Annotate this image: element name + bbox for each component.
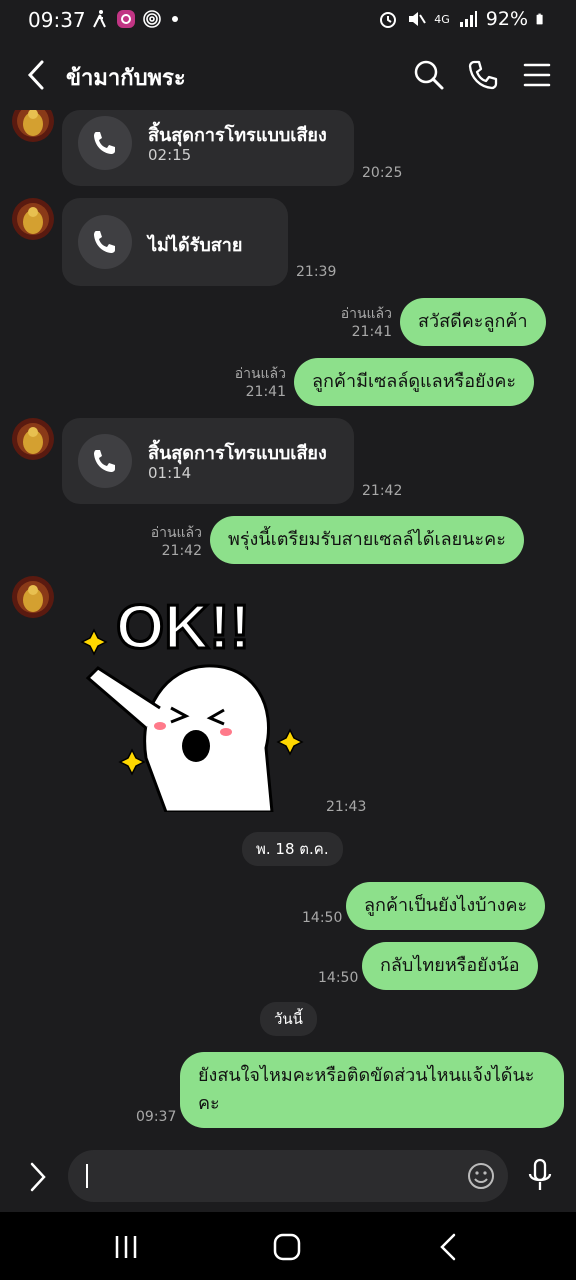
message-list[interactable]: สิ้นสุดการโทรแบบเสียง 02:15 20:25 ไม่ได้… (0, 110, 576, 1142)
microphone-icon[interactable] (526, 1158, 554, 1194)
avatar[interactable] (12, 418, 54, 460)
outgoing-message[interactable]: ลูกค้ามีเซลล์ดูแลหรือยังคะ (294, 358, 535, 406)
ok-sticker-image: OK!! (80, 592, 304, 814)
avatar[interactable] (12, 576, 54, 618)
back-arrow-icon[interactable] (22, 58, 52, 92)
text-cursor (86, 1164, 88, 1188)
message-time: 21:43 (326, 799, 367, 815)
status-bar: 09:37 4G 92% (0, 0, 576, 40)
status-left-icons (90, 9, 178, 29)
chat-title: ข้ามากับพระ (66, 66, 186, 91)
call-title: สิ้นสุดการโทรแบบเสียง (148, 125, 327, 146)
read-label: อ่านแล้ว (340, 306, 392, 322)
phone-icon[interactable] (466, 58, 500, 92)
phone-icon (94, 231, 115, 253)
read-status: อ่านแล้ว 21:41 (228, 365, 286, 401)
ok-sticker[interactable]: OK!! (76, 588, 306, 814)
avatar[interactable] (12, 198, 54, 240)
buddha-avatar-icon (12, 576, 54, 618)
back-nav-icon[interactable] (434, 1232, 464, 1262)
read-status: อ่านแล้ว 21:41 (336, 305, 392, 341)
walking-icon (93, 10, 106, 28)
avatar[interactable] (12, 110, 54, 142)
fingerprint-icon (143, 10, 161, 28)
call-bubble[interactable]: สิ้นสุดการโทรแบบเสียง 02:15 (62, 110, 354, 186)
outgoing-message[interactable]: ลูกค้าเป็นยังไงบ้างคะ (346, 882, 546, 930)
call-icon-circle (78, 116, 132, 170)
sticker-text: OK!! (116, 593, 250, 662)
battery-percent: 92% (485, 8, 528, 30)
alarm-icon (380, 12, 397, 28)
read-status: อ่านแล้ว 21:42 (144, 524, 202, 560)
call-icon-circle (78, 434, 132, 488)
mute-icon (409, 12, 427, 26)
message-time: 21:41 (351, 324, 392, 340)
battery-icon (536, 13, 543, 25)
date-separator: วันนี้ (260, 1002, 317, 1036)
emoji-icon[interactable] (466, 1161, 496, 1191)
message-time: 14:50 (302, 910, 343, 926)
outgoing-message[interactable]: กลับไทยหรือยังน้อ (362, 942, 538, 990)
call-title: สิ้นสุดการโทรแบบเสียง (148, 443, 327, 464)
call-duration: 01:14 (148, 464, 192, 482)
search-icon[interactable] (412, 58, 446, 92)
buddha-avatar-icon (12, 418, 54, 460)
phone-icon (94, 132, 115, 154)
status-right: 4G 92% (378, 8, 548, 30)
call-bubble[interactable]: ไม่ได้รับสาย (62, 198, 288, 286)
message-time: 21:42 (362, 483, 403, 499)
phone-icon (94, 450, 115, 472)
call-title: ไม่ได้รับสาย (148, 235, 243, 256)
message-time: 21:42 (161, 543, 202, 559)
chat-header: ข้ามากับพระ (0, 40, 576, 110)
message-time: 21:41 (245, 384, 286, 400)
date-separator: พ. 18 ต.ค. (242, 832, 343, 866)
signal-icon (459, 11, 477, 27)
notification-dot-icon (172, 16, 178, 22)
system-nav-bar (0, 1212, 576, 1280)
message-time: 21:39 (296, 264, 337, 280)
message-time: 20:25 (362, 165, 403, 181)
outgoing-message[interactable]: พรุ่งนี้เตรียมรับสายเซลล์ได้เลยนะคะ (210, 516, 524, 564)
status-time: 09:37 (28, 8, 86, 32)
buddha-avatar-icon (12, 110, 54, 142)
outgoing-message[interactable]: ยังสนใจไหมคะหรือติดขัดส่วนไหนแจ้งได้นะคะ (180, 1052, 564, 1128)
read-label: อ่านแล้ว (234, 366, 286, 382)
chevron-right-icon[interactable] (24, 1160, 52, 1194)
read-label: อ่านแล้ว (150, 525, 202, 541)
buddha-avatar-icon (12, 198, 54, 240)
call-bubble[interactable]: สิ้นสุดการโทรแบบเสียง 01:14 (62, 418, 354, 504)
recent-apps-icon[interactable] (112, 1232, 142, 1262)
message-input-bar (0, 1142, 576, 1212)
call-duration: 02:15 (148, 146, 192, 164)
message-input[interactable] (68, 1150, 508, 1202)
home-icon[interactable] (272, 1232, 302, 1262)
message-time: 14:50 (318, 970, 359, 986)
outgoing-message[interactable]: สวัสดีคะลูกค้า (400, 298, 546, 346)
instagram-icon (117, 10, 135, 28)
menu-icon[interactable] (520, 58, 554, 92)
call-icon-circle (78, 215, 132, 269)
message-time: 09:37 (136, 1109, 177, 1125)
network-label: 4G (434, 12, 450, 26)
